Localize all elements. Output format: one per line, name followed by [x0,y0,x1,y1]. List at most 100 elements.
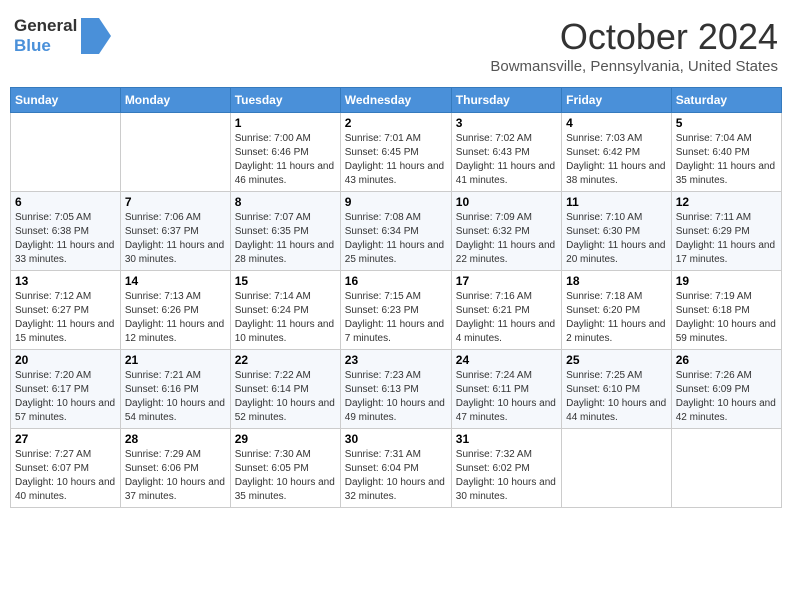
day-info: Sunrise: 7:11 AMSunset: 6:29 PMDaylight:… [676,211,777,267]
calendar-cell: 1Sunrise: 7:00 AMSunset: 6:46 PMDaylight… [230,113,340,192]
day-info: Sunrise: 7:23 AMSunset: 6:13 PMDaylight:… [345,369,447,425]
day-number: 15 [235,274,336,288]
location-title: Bowmansville, Pennsylvania, United State… [490,58,778,75]
calendar-cell: 20 Sunrise: 7:20 AMSunset: 6:17 PMDayligh… [11,350,121,429]
col-thursday: Thursday [451,88,561,113]
day-number: 26 [676,353,777,367]
title-area: October 2024 Bowmansville, Pennsylvania,… [490,16,778,75]
logo-blue: Blue [14,36,77,56]
calendar-cell: 8Sunrise: 7:07 AMSunset: 6:35 PMDaylight… [230,192,340,271]
day-number: 13 [15,274,116,288]
day-info: Sunrise: 7:22 AMSunset: 6:14 PMDaylight:… [235,369,336,425]
day-info: Sunrise: 7:29 AMSunset: 6:06 PMDaylight:… [125,448,226,504]
calendar-cell: 6 Sunrise: 7:05 AMSunset: 6:38 PMDaylight… [11,192,121,271]
day-number: 5 [676,116,777,130]
day-info: Sunrise: 7:31 AMSunset: 6:04 PMDaylight:… [345,448,447,504]
calendar-cell: 11 Sunrise: 7:10 AMSunset: 6:30 PMDayligh… [562,192,672,271]
calendar-cell: 9Sunrise: 7:08 AMSunset: 6:34 PMDaylight… [340,192,451,271]
header: General Blue October 2024 Bowmansville, … [10,10,782,81]
day-number: 4 [566,116,667,130]
day-info: Sunrise: 7:09 AMSunset: 6:32 PMDaylight:… [456,211,557,267]
day-info: Sunrise: 7:27 AMSunset: 6:07 PMDaylight:… [15,448,116,504]
day-number: 27 [15,432,116,446]
day-info: Sunrise: 7:13 AMSunset: 6:26 PMDaylight:… [125,290,226,346]
day-number: 10 [456,195,557,209]
calendar-cell: 13 Sunrise: 7:12 AMSunset: 6:27 PMDayligh… [11,271,121,350]
day-info: Sunrise: 7:24 AMSunset: 6:11 PMDaylight:… [456,369,557,425]
calendar-cell: 27 Sunrise: 7:27 AMSunset: 6:07 PMDayligh… [11,429,121,508]
day-info: Sunrise: 7:10 AMSunset: 6:30 PMDaylight:… [566,211,667,267]
logo-icon [81,18,111,54]
calendar-week-row: 1Sunrise: 7:00 AMSunset: 6:46 PMDaylight… [11,113,782,192]
calendar-header-row: Sunday Monday Tuesday Wednesday Thursday… [11,88,782,113]
col-saturday: Saturday [671,88,781,113]
calendar-cell: 23 Sunrise: 7:23 AMSunset: 6:13 PMDayligh… [340,350,451,429]
day-info: Sunrise: 7:15 AMSunset: 6:23 PMDaylight:… [345,290,447,346]
day-number: 30 [345,432,447,446]
day-number: 29 [235,432,336,446]
calendar-cell: 16 Sunrise: 7:15 AMSunset: 6:23 PMDayligh… [340,271,451,350]
day-number: 28 [125,432,226,446]
calendar-week-row: 20 Sunrise: 7:20 AMSunset: 6:17 PMDayligh… [11,350,782,429]
day-number: 7 [125,195,226,209]
day-info: Sunrise: 7:21 AMSunset: 6:16 PMDaylight:… [125,369,226,425]
day-info: Sunrise: 7:12 AMSunset: 6:27 PMDaylight:… [15,290,116,346]
calendar-cell: 30 Sunrise: 7:31 AMSunset: 6:04 PMDayligh… [340,429,451,508]
day-number: 11 [566,195,667,209]
day-number: 12 [676,195,777,209]
calendar-cell: 17 Sunrise: 7:16 AMSunset: 6:21 PMDayligh… [451,271,561,350]
day-number: 6 [15,195,116,209]
calendar-cell: 28 Sunrise: 7:29 AMSunset: 6:06 PMDayligh… [120,429,230,508]
day-number: 25 [566,353,667,367]
calendar-cell: 24Sunrise: 7:24 AMSunset: 6:11 PMDayligh… [451,350,561,429]
day-info: Sunrise: 7:32 AMSunset: 6:02 PMDaylight:… [456,448,557,504]
calendar-cell: 5 Sunrise: 7:04 AMSunset: 6:40 PMDaylight… [671,113,781,192]
col-monday: Monday [120,88,230,113]
calendar-cell: 31Sunrise: 7:32 AMSunset: 6:02 PMDayligh… [451,429,561,508]
col-tuesday: Tuesday [230,88,340,113]
day-info: Sunrise: 7:03 AMSunset: 6:42 PMDaylight:… [566,132,667,188]
logo: General Blue [14,16,111,56]
day-number: 16 [345,274,447,288]
calendar-cell: 12 Sunrise: 7:11 AMSunset: 6:29 PMDayligh… [671,192,781,271]
day-info: Sunrise: 7:20 AMSunset: 6:17 PMDaylight:… [15,369,116,425]
calendar-week-row: 27 Sunrise: 7:27 AMSunset: 6:07 PMDayligh… [11,429,782,508]
calendar-cell [562,429,672,508]
day-number: 8 [235,195,336,209]
day-number: 17 [456,274,557,288]
calendar-cell: 15 Sunrise: 7:14 AMSunset: 6:24 PMDayligh… [230,271,340,350]
day-number: 3 [456,116,557,130]
day-number: 23 [345,353,447,367]
day-info: Sunrise: 7:16 AMSunset: 6:21 PMDaylight:… [456,290,557,346]
day-number: 18 [566,274,667,288]
day-number: 1 [235,116,336,130]
day-info: Sunrise: 7:19 AMSunset: 6:18 PMDaylight:… [676,290,777,346]
day-info: Sunrise: 7:14 AMSunset: 6:24 PMDaylight:… [235,290,336,346]
calendar-week-row: 6 Sunrise: 7:05 AMSunset: 6:38 PMDaylight… [11,192,782,271]
calendar-cell: 10 Sunrise: 7:09 AMSunset: 6:32 PMDayligh… [451,192,561,271]
calendar-cell: 2Sunrise: 7:01 AMSunset: 6:45 PMDaylight… [340,113,451,192]
day-number: 14 [125,274,226,288]
month-title: October 2024 [490,16,778,58]
day-info: Sunrise: 7:04 AMSunset: 6:40 PMDaylight:… [676,132,777,188]
calendar-cell: 7Sunrise: 7:06 AMSunset: 6:37 PMDaylight… [120,192,230,271]
calendar-cell: 18 Sunrise: 7:18 AMSunset: 6:20 PMDayligh… [562,271,672,350]
day-info: Sunrise: 7:25 AMSunset: 6:10 PMDaylight:… [566,369,667,425]
calendar-cell [11,113,121,192]
col-wednesday: Wednesday [340,88,451,113]
col-sunday: Sunday [11,88,121,113]
day-number: 2 [345,116,447,130]
day-info: Sunrise: 7:05 AMSunset: 6:38 PMDaylight:… [15,211,116,267]
calendar-cell: 26 Sunrise: 7:26 AMSunset: 6:09 PMDayligh… [671,350,781,429]
calendar-cell: 21Sunrise: 7:21 AMSunset: 6:16 PMDayligh… [120,350,230,429]
calendar-cell [120,113,230,192]
day-number: 20 [15,353,116,367]
calendar-cell: 4 Sunrise: 7:03 AMSunset: 6:42 PMDaylight… [562,113,672,192]
calendar-table: Sunday Monday Tuesday Wednesday Thursday… [10,87,782,508]
day-info: Sunrise: 7:08 AMSunset: 6:34 PMDaylight:… [345,211,447,267]
calendar-cell [671,429,781,508]
logo-general: General [14,16,77,36]
day-info: Sunrise: 7:26 AMSunset: 6:09 PMDaylight:… [676,369,777,425]
calendar-cell: 22Sunrise: 7:22 AMSunset: 6:14 PMDayligh… [230,350,340,429]
day-info: Sunrise: 7:18 AMSunset: 6:20 PMDaylight:… [566,290,667,346]
